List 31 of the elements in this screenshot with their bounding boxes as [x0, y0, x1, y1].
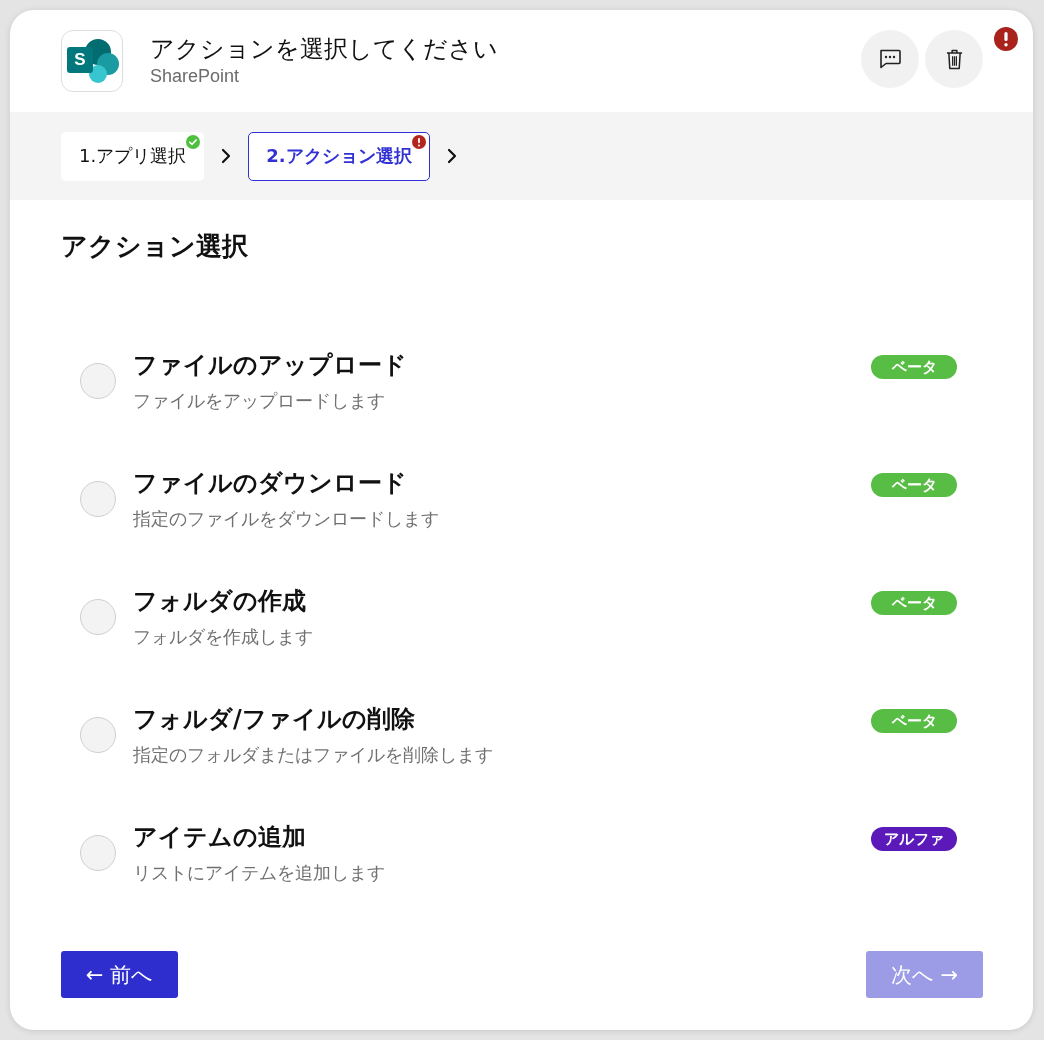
app-name: SharePoint [150, 65, 240, 88]
radio-button[interactable] [80, 717, 116, 753]
action-title: フォルダの作成 [133, 585, 306, 617]
status-tag: アルファ [871, 826, 957, 851]
action-description: ファイルをアップロードします [133, 388, 385, 413]
chevron-right-icon [446, 148, 457, 164]
logo-letter: S [67, 47, 93, 73]
trash-icon [945, 48, 963, 70]
status-tag: ベータ [871, 708, 957, 733]
chevron-right-icon [221, 148, 232, 164]
status-tag: ベータ [871, 472, 957, 497]
section-heading: アクション選択 [61, 230, 248, 262]
status-tag: ベータ [871, 590, 957, 615]
action-title: アイテムの追加 [133, 821, 306, 853]
step-tab[interactable]: 2.アクション選択 [248, 131, 430, 181]
radio-button[interactable] [80, 481, 116, 517]
action-description: リストにアイテムを追加します [133, 860, 385, 885]
speech-bubble-icon [879, 49, 901, 69]
action-title: フォルダ/ファイルの削除 [133, 703, 415, 735]
radio-button[interactable] [80, 363, 116, 399]
radio-button[interactable] [80, 599, 116, 635]
action-description: 指定のファイルをダウンロードします [133, 506, 439, 531]
back-button[interactable]: ← 前へ [61, 951, 178, 998]
action-description: 指定のフォルダまたはファイルを削除します [133, 742, 493, 767]
dialog-title: アクションを選択してください [150, 34, 498, 64]
step-tab[interactable]: 1.アプリ選択 [61, 131, 205, 181]
status-tag: ベータ [871, 354, 957, 379]
action-title: ファイルのダウンロード [133, 467, 407, 499]
action-description: フォルダを作成します [133, 624, 313, 649]
radio-button[interactable] [80, 835, 116, 871]
action-title: ファイルのアップロード [133, 349, 407, 381]
